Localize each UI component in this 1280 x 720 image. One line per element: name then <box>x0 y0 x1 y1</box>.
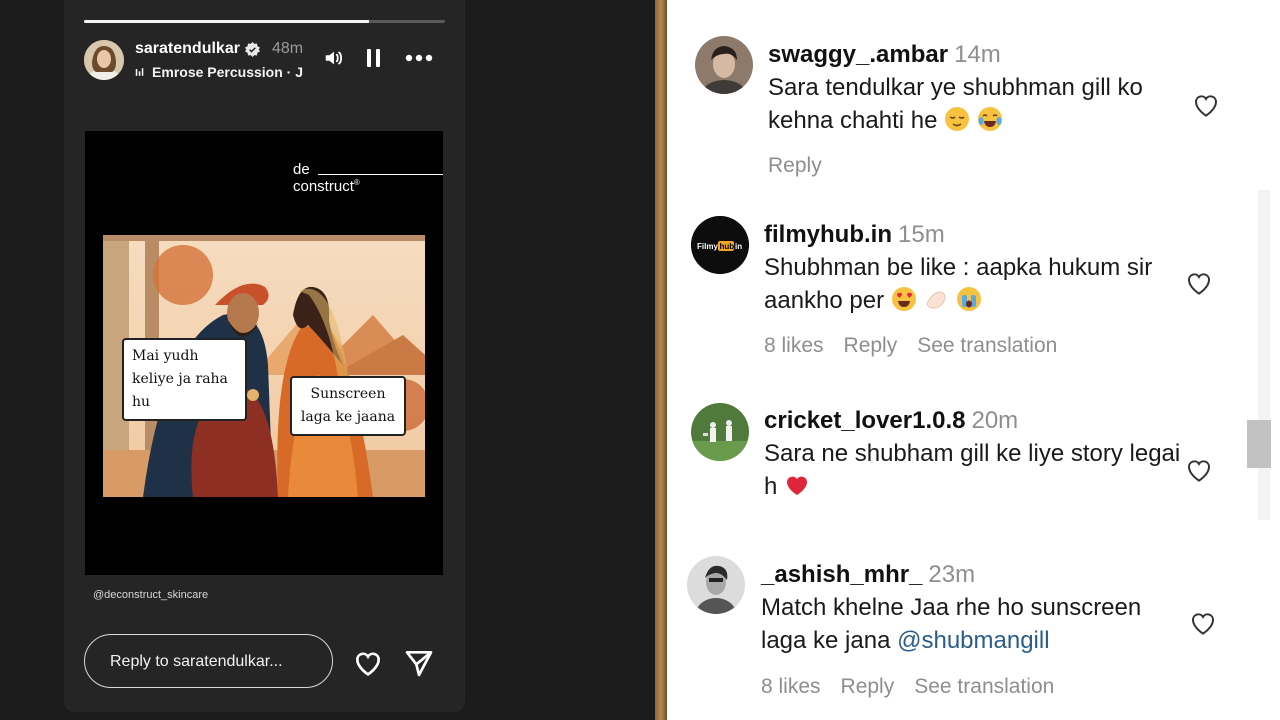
more-options-icon <box>405 54 433 62</box>
music-label[interactable]: Emrose Percussion · J <box>152 64 303 80</box>
comment-username-text[interactable]: _ashish_mhr_ <box>761 561 922 588</box>
story-credit[interactable]: @deconstruct_skincare <box>93 589 208 601</box>
heart-eyes-emoji <box>891 287 916 311</box>
comment-meta: 8 likes Reply See translation <box>764 334 1077 358</box>
like-heart-icon[interactable] <box>1188 608 1218 638</box>
comment-text: Match khelne Jaa rhe ho sunscreen laga k… <box>761 591 1181 657</box>
commenter-avatar[interactable] <box>687 556 745 614</box>
commenter-avatar[interactable]: Filmy hub in <box>691 216 749 274</box>
story-progress-bar <box>84 20 445 23</box>
comment-meta: 8 likes Reply See translation <box>761 675 1074 699</box>
crying-emoji <box>957 287 982 311</box>
comment-time: 20m <box>971 407 1019 434</box>
panel-divider <box>655 0 667 720</box>
story-time: 48m <box>272 40 304 57</box>
scrollbar-track[interactable] <box>1258 190 1270 520</box>
heart-icon[interactable] <box>352 647 384 679</box>
story-progress-fill <box>84 20 370 23</box>
like-heart-icon[interactable] <box>1191 90 1221 120</box>
story-viewer: saratendulkar 48m Emrose Percussion · J … <box>64 0 465 712</box>
see-translation-link[interactable]: See translation <box>914 675 1054 698</box>
likes-count[interactable]: 8 likes <box>761 675 821 698</box>
brand-logo-line2: construct® <box>293 176 360 195</box>
relieved-face-emoji <box>945 107 970 131</box>
reply-link[interactable]: Reply <box>841 675 895 698</box>
volume-button[interactable] <box>320 44 348 72</box>
reply-link[interactable]: Reply <box>844 334 898 357</box>
reply-link[interactable]: Reply <box>768 154 822 177</box>
comment-username-text[interactable]: cricket_lover1.0.8 <box>764 407 965 434</box>
tears-of-joy-emoji <box>977 107 1002 131</box>
like-heart-icon[interactable] <box>1184 455 1214 485</box>
commenter-avatar[interactable] <box>695 36 753 94</box>
pause-icon <box>367 49 380 67</box>
comment-username[interactable]: filmyhub.in 15m <box>764 221 945 249</box>
story-stage: saratendulkar 48m Emrose Percussion · J … <box>0 0 655 720</box>
comment-username[interactable]: swaggy_.ambar 14m <box>768 41 1001 69</box>
comment-text-body: Sara ne shubham gill ke liye story legai… <box>764 440 1181 500</box>
scrollbar-thumb[interactable] <box>1247 420 1271 468</box>
reply-input[interactable]: Reply to saratendulkar... <box>84 634 333 688</box>
comment-meta: Reply <box>768 154 842 178</box>
pause-button[interactable] <box>360 44 388 72</box>
brand-logo-word: construct <box>293 178 354 195</box>
svg-text:in: in <box>735 242 742 251</box>
comment-username-text[interactable]: swaggy_.ambar <box>768 41 948 68</box>
comment-time: 15m <box>898 221 945 248</box>
comments-panel: swaggy_.ambar 14m Sara tendulkar ye shubh… <box>667 0 1280 720</box>
comment-text: Sara ne shubham gill ke liye story legai… <box>764 437 1184 503</box>
comment-time: 14m <box>954 41 1001 68</box>
red-heart-emoji <box>787 476 808 495</box>
speech-bubble-groom: Mai yudh keliye ja raha hu <box>122 338 247 421</box>
verified-badge-icon <box>244 41 260 57</box>
comment-text: Sara tendulkar ye shubhman gill ko kehna… <box>768 71 1188 137</box>
comment-username[interactable]: cricket_lover1.0.8 20m <box>764 407 1018 435</box>
story-music[interactable]: Emrose Percussion · J <box>135 64 303 80</box>
likes-count[interactable]: 8 likes <box>764 334 824 357</box>
comment-username[interactable]: _ashish_mhr_ 23m <box>761 561 975 589</box>
story-avatar[interactable] <box>84 40 124 80</box>
hand-emoji <box>926 291 946 309</box>
more-options-button[interactable] <box>405 44 433 72</box>
story-username[interactable]: saratendulkar <box>135 40 260 58</box>
comment-username-text[interactable]: filmyhub.in <box>764 221 892 248</box>
brand-logo: de construct® <box>293 162 360 195</box>
mention-link[interactable]: @shubmangill <box>897 627 1049 654</box>
volume-icon <box>325 51 343 65</box>
speech-bubble-bride: Sunscreen laga ke jaana <box>290 376 406 436</box>
svg-text:hub: hub <box>720 242 735 251</box>
brand-logo-mark: ® <box>353 178 360 187</box>
comment-text: Shubhman be like : aapka hukum sir aankh… <box>764 251 1184 317</box>
see-translation-link[interactable]: See translation <box>917 334 1057 357</box>
scrollbar-track-top <box>1251 0 1280 190</box>
svg-text:Filmy: Filmy <box>697 242 718 251</box>
like-heart-icon[interactable] <box>1184 268 1214 298</box>
commenter-avatar[interactable] <box>691 403 749 461</box>
share-icon[interactable] <box>403 647 435 679</box>
story-username-text[interactable]: saratendulkar <box>135 40 240 58</box>
music-bars-icon <box>135 68 144 76</box>
comment-time: 23m <box>928 561 976 588</box>
brand-underline <box>318 174 443 175</box>
